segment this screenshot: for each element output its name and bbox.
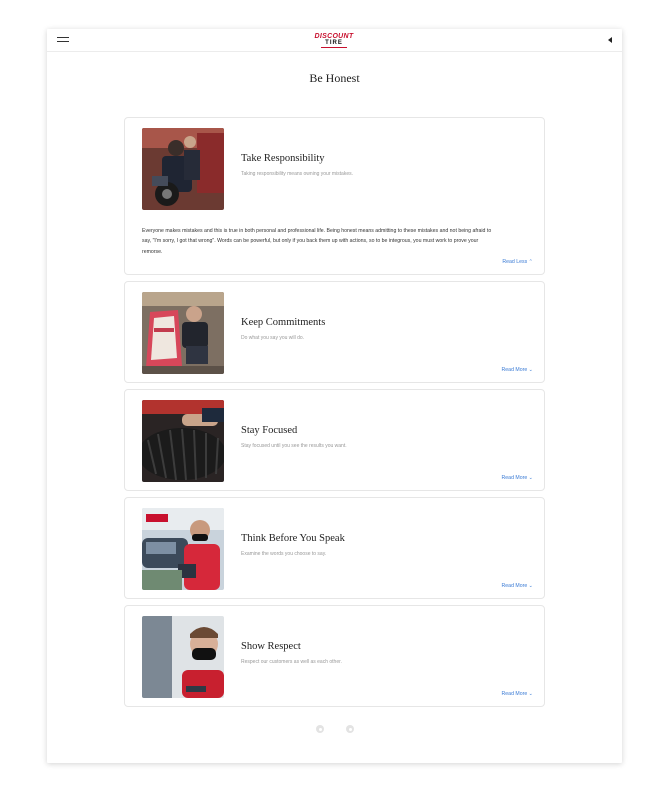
read-less-button[interactable]: Read Less ⌃ (502, 259, 533, 265)
logo-text-tire: TIRE (321, 40, 347, 48)
card-stay-focused: Stay Focused Stay focused until you see … (124, 389, 545, 491)
card-think-before-you-speak: Think Before You Speak Examine the words… (124, 497, 545, 599)
logo-text-discount: DISCOUNT (314, 33, 354, 40)
card-image-technicians (142, 128, 224, 210)
read-more-button[interactable]: Read More ⌄ (502, 583, 533, 589)
card-title: Think Before You Speak (241, 533, 345, 544)
next-dot-icon[interactable] (346, 725, 354, 733)
card-subtitle: Examine the words you choose to say. (241, 551, 327, 557)
read-more-button[interactable]: Read More ⌄ (502, 367, 533, 373)
card-title: Show Respect (241, 641, 301, 652)
card-title: Take Responsibility (241, 153, 325, 164)
card-image-tire (142, 400, 224, 482)
card-subtitle: Respect our customers as well as each ot… (241, 659, 342, 665)
read-more-button[interactable]: Read More ⌄ (502, 691, 533, 697)
card-subtitle: Do what you say you will do. (241, 335, 305, 341)
speaker-icon[interactable] (608, 37, 612, 43)
card-take-responsibility: Take Responsibility Taking responsibilit… (124, 117, 545, 275)
top-bar: DISCOUNT TIRE (47, 29, 622, 52)
card-keep-commitments: Keep Commitments Do what you say you wil… (124, 281, 545, 383)
card-body: Everyone makes mistakes and this is true… (142, 228, 492, 255)
discount-tire-logo: DISCOUNT TIRE (313, 33, 355, 48)
prev-dot-icon[interactable] (316, 725, 324, 733)
read-more-button[interactable]: Read More ⌄ (502, 475, 533, 481)
card-image-sign (142, 292, 224, 374)
card-title: Stay Focused (241, 425, 298, 436)
page-title: Be Honest (309, 71, 360, 85)
card-image-masked-employee (142, 616, 224, 698)
card-image-employee-tablet (142, 508, 224, 590)
hamburger-icon[interactable] (57, 37, 69, 43)
lesson-frame: DISCOUNT TIRE Be Honest Take Responsibil… (47, 29, 622, 763)
card-show-respect: Show Respect Respect our customers as we… (124, 605, 545, 707)
card-subtitle: Stay focused until you see the results y… (241, 443, 347, 449)
card-subtitle: Taking responsibility means owning your … (241, 171, 353, 177)
card-title: Keep Commitments (241, 317, 326, 328)
